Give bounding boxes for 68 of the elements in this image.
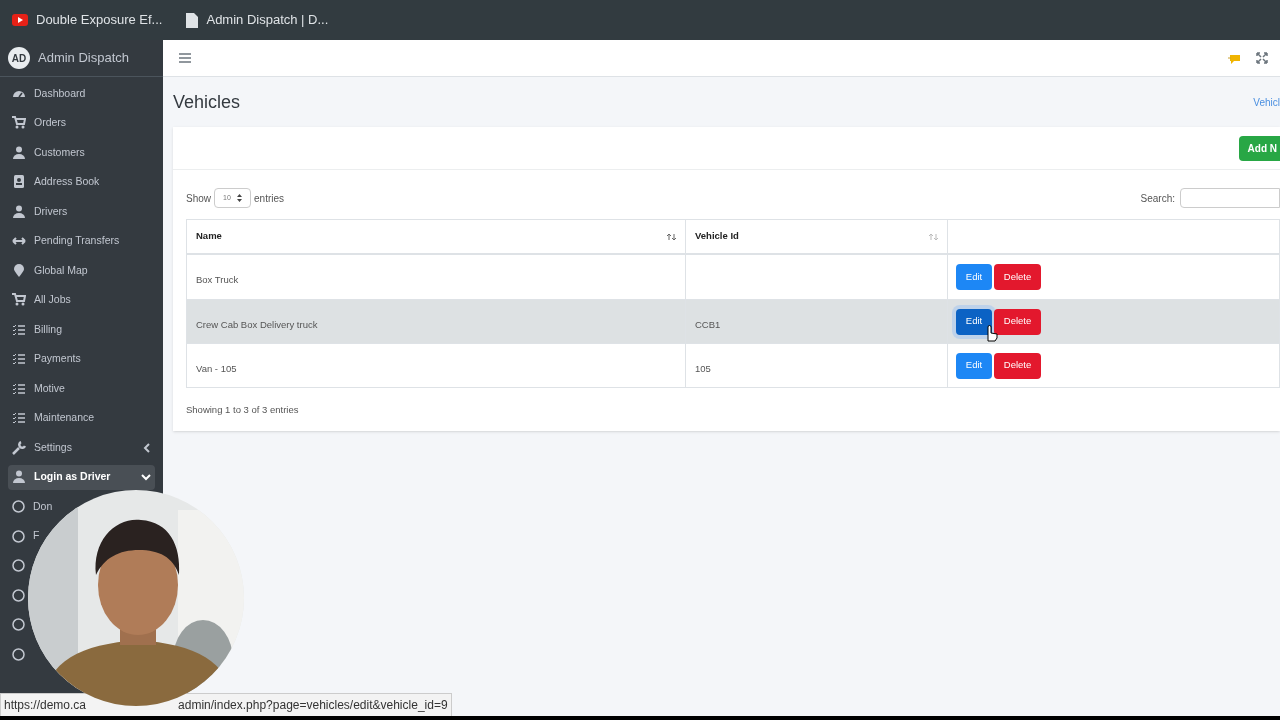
expand-icon bbox=[1256, 52, 1268, 64]
user-icon bbox=[12, 470, 26, 485]
sidebar-item[interactable]: All Jobs bbox=[8, 287, 155, 313]
user-icon bbox=[12, 204, 26, 219]
status-url: https://demo.ca admin/index.php?page=vehicles/edit&vehicle_id=9 bbox=[0, 693, 452, 717]
circle-icon[interactable] bbox=[12, 529, 25, 543]
delete-button[interactable]: Delete bbox=[994, 264, 1041, 290]
browser-tab[interactable]: Double Exposure Ef... bbox=[8, 4, 167, 36]
brand-name: Admin Dispatch bbox=[38, 49, 130, 68]
search-field[interactable] bbox=[1180, 188, 1280, 208]
document-icon bbox=[186, 12, 199, 28]
checklist-icon bbox=[12, 352, 26, 367]
page-title: Vehicles bbox=[173, 90, 241, 114]
sidebar-item[interactable]: Payments bbox=[8, 346, 155, 372]
wrench-icon bbox=[12, 440, 26, 455]
map-pin-icon bbox=[12, 263, 26, 278]
sidebar-item[interactable]: Dashboard bbox=[8, 81, 155, 107]
sort-arrows-icon bbox=[237, 194, 242, 202]
edit-button[interactable]: Edit bbox=[956, 308, 992, 335]
menu-icon bbox=[179, 53, 191, 63]
entries-label: entries bbox=[254, 191, 285, 206]
column-header[interactable]: Name bbox=[196, 229, 222, 244]
sidebar-item[interactable]: Billing bbox=[8, 317, 155, 343]
checklist-icon bbox=[12, 411, 26, 426]
sidebar-item[interactable]: Drivers bbox=[8, 199, 155, 225]
pointer-cursor-icon bbox=[984, 324, 998, 342]
delete-button[interactable]: Delete bbox=[994, 352, 1041, 379]
sidebar-item[interactable]: Don bbox=[33, 498, 53, 515]
circle-icon[interactable] bbox=[12, 500, 25, 514]
sort-icon bbox=[667, 232, 676, 241]
sort-icon bbox=[929, 232, 938, 241]
circle-icon[interactable] bbox=[12, 618, 25, 632]
contact-book-icon bbox=[12, 175, 26, 190]
cart-icon bbox=[12, 293, 26, 308]
checklist-icon bbox=[12, 322, 26, 337]
table-cell: 105 bbox=[695, 363, 711, 374]
table-cell: CCB1 bbox=[695, 319, 721, 330]
edit-button[interactable]: Edit bbox=[956, 264, 992, 290]
column-header[interactable]: Vehicle Id bbox=[695, 229, 739, 244]
sidebar-item[interactable]: Orders bbox=[8, 110, 155, 136]
sidebar-item[interactable]: Customers bbox=[8, 140, 155, 166]
table-row[interactable]: Van - 105 105 Edit Delete bbox=[187, 343, 1279, 387]
sidebar-item[interactable]: Settings bbox=[8, 435, 155, 461]
sidebar-item[interactable]: Login as Driver bbox=[8, 464, 155, 490]
table-cell: Box Truck bbox=[196, 274, 239, 285]
search-label: Search: bbox=[1140, 191, 1175, 206]
circle-icon[interactable] bbox=[12, 647, 25, 661]
table-cell: Van - 105 bbox=[196, 363, 237, 374]
table-cell: Crew Cab Box Delivery truck bbox=[196, 319, 318, 330]
sidebar-item[interactable]: Maintenance bbox=[8, 405, 155, 431]
table-row[interactable]: Crew Cab Box Delivery truck CCB1 Edit Delete bbox=[187, 299, 1279, 343]
sidebar-item[interactable]: F bbox=[33, 528, 40, 545]
edit-button[interactable]: Edit bbox=[956, 352, 992, 379]
sidebar-item[interactable]: Pending Transfers bbox=[8, 228, 155, 254]
video-icon bbox=[12, 14, 28, 26]
delete-button[interactable]: Delete bbox=[994, 308, 1041, 335]
sidebar-item[interactable]: Motive bbox=[8, 376, 155, 402]
avatar: AD bbox=[8, 47, 30, 69]
sidebar-item[interactable]: Global Map bbox=[8, 258, 155, 284]
table-info: Showing 1 to 3 of 3 entries bbox=[186, 403, 300, 417]
cart-icon bbox=[12, 116, 26, 131]
browser-tab[interactable]: Admin Dispatch | D... bbox=[182, 4, 333, 36]
checklist-icon bbox=[12, 381, 26, 396]
show-label: Show bbox=[186, 191, 211, 206]
circle-icon[interactable] bbox=[12, 559, 25, 573]
circle-icon[interactable] bbox=[12, 588, 25, 602]
sidebar-item[interactable]: Address Book bbox=[8, 169, 155, 195]
user-icon bbox=[12, 145, 26, 160]
